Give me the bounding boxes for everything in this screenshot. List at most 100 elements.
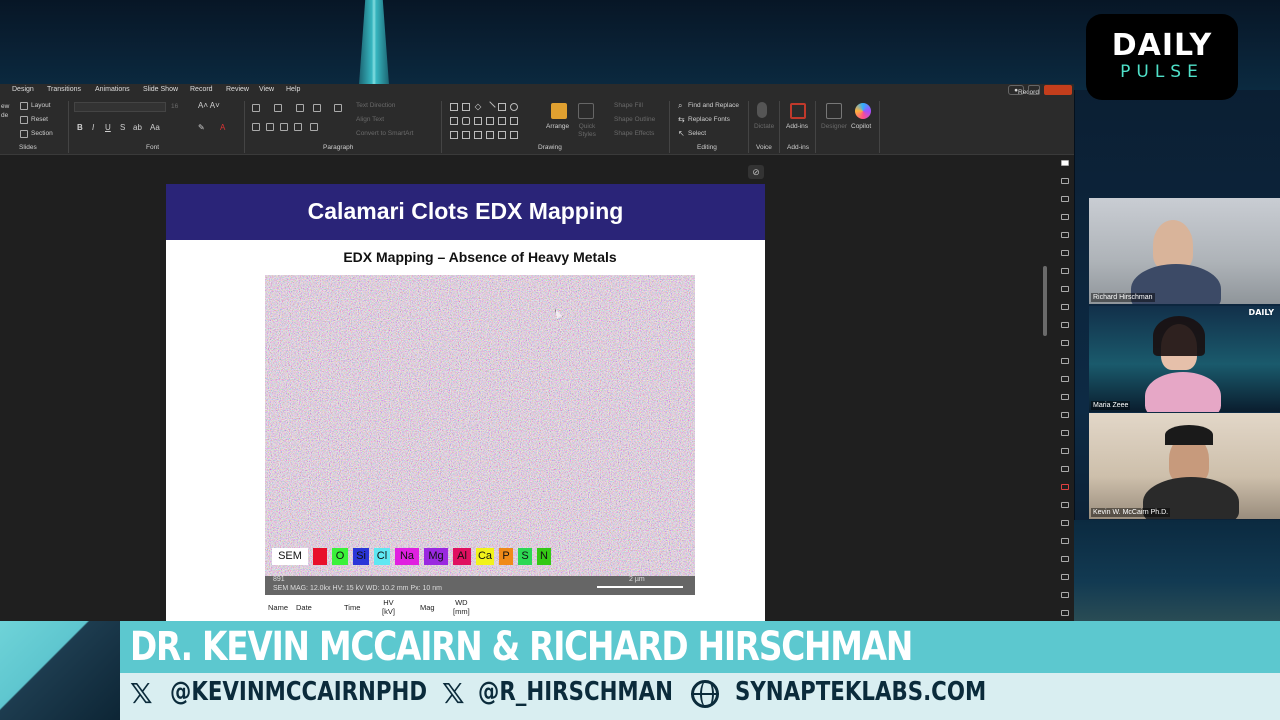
side-tool-icon[interactable] [1061,502,1069,508]
legend-swatch-p: P [499,548,513,565]
participant-video-1[interactable]: Richard Hirschman [1089,198,1280,304]
record-button[interactable]: ● Record [1008,85,1039,96]
camera-icon[interactable] [1028,85,1040,95]
side-tool-icon[interactable] [1061,340,1069,346]
side-tool-icon[interactable] [1061,376,1069,382]
legend-swatch-mg: Mg [424,548,448,565]
font-size-box[interactable]: 16 [171,103,178,110]
side-tool-icon[interactable] [1061,520,1069,526]
underline-button[interactable]: U [105,123,111,132]
daily-pulse-logo: DAILY PULSE [1086,14,1238,100]
side-tool-icon[interactable] [1061,160,1069,166]
legend-swatch-unlabeled [313,548,327,565]
mini-logo: DAILY [1248,308,1274,317]
side-toolbar [1056,156,1074,624]
side-tool-icon[interactable] [1061,556,1069,562]
align-right-icon[interactable] [280,123,288,131]
side-tool-icon[interactable] [1061,466,1069,472]
section-icon [20,130,28,138]
legend-swatch-na: Na [395,548,419,565]
quick-styles-button[interactable]: Quick Styles [575,123,599,139]
menu-transitions[interactable]: Transitions [47,86,81,93]
char-spacing-icon[interactable]: ab [133,123,142,132]
italic-button[interactable]: I [92,123,94,132]
align-center-icon[interactable] [266,123,274,131]
change-case-icon[interactable]: Aa [150,123,160,132]
line-spacing-icon[interactable] [334,104,342,112]
reset-button[interactable]: Reset [31,116,48,123]
slide[interactable]: Calamari Clots EDX Mapping EDX Mapping –… [166,184,765,624]
layout-button[interactable]: Layout [31,102,51,109]
new-slide-label[interactable]: ew de [1,102,9,120]
separator [68,101,69,153]
section-button[interactable]: Section [31,130,53,137]
side-tool-icon[interactable] [1061,592,1069,598]
share-button[interactable] [1044,85,1072,95]
side-tool-icon[interactable] [1061,250,1069,256]
side-tool-icon[interactable] [1061,286,1069,292]
bullets-icon[interactable] [252,104,260,112]
menu-view[interactable]: View [259,86,274,93]
menu-record[interactable]: Record [190,86,213,93]
font-name-box[interactable] [74,102,166,112]
shape-fill-button[interactable]: Shape Fill [614,102,643,109]
side-tool-icon[interactable] [1061,574,1069,580]
designer-button[interactable]: Designer [821,123,847,130]
side-tool-icon[interactable] [1061,178,1069,184]
participant-video-3[interactable]: Kevin W. McCairn Ph.D. [1089,413,1280,519]
select-button[interactable]: Select [688,130,706,137]
menu-design[interactable]: Design [12,86,34,93]
text-direction-button[interactable]: Text Direction [356,102,395,109]
accessibility-icon[interactable]: ⊘ [748,165,764,179]
side-tool-icon[interactable] [1061,232,1069,238]
menu-slide-show[interactable]: Slide Show [143,86,178,93]
align-text-button[interactable]: Align Text [356,116,384,123]
side-tool-icon[interactable] [1061,268,1069,274]
copilot-button[interactable]: Copilot [851,123,871,130]
participant-video-2[interactable]: DAILY Maria Zeee [1089,306,1280,412]
columns-icon[interactable] [310,123,318,131]
shapes-gallery[interactable] [448,101,538,141]
side-tool-icon[interactable] [1061,412,1069,418]
decrease-indent-icon[interactable] [296,104,304,112]
font-color-icon[interactable]: A [220,123,225,132]
replace-fonts-button[interactable]: Replace Fonts [688,116,730,123]
vertical-scrollbar[interactable] [1040,156,1050,624]
side-tool-icon[interactable] [1061,448,1069,454]
addins-button[interactable]: Add-ins [786,123,808,130]
menu-help[interactable]: Help [286,86,300,93]
separator [244,101,245,153]
logo-line1: DAILY [1111,28,1213,63]
pointer-icon: ↖ [678,129,685,138]
side-tool-icon[interactable] [1061,322,1069,328]
find-replace-button[interactable]: Find and Replace [688,102,739,109]
strikethrough-button[interactable]: S [120,123,125,132]
reset-icon [20,116,28,124]
side-tool-icon[interactable] [1061,304,1069,310]
menu-animations[interactable]: Animations [95,86,130,93]
addins-group-label: Add-ins [787,144,810,151]
grow-font-icon[interactable]: A˄ A˅ [198,101,220,110]
side-tool-icon[interactable] [1061,538,1069,544]
convert-smartart-button[interactable]: Convert to SmartArt [356,130,413,137]
side-tool-icon[interactable] [1061,610,1069,616]
justify-icon[interactable] [294,123,302,131]
shape-outline-button[interactable]: Shape Outline [614,116,655,123]
numbering-icon[interactable] [274,104,282,112]
align-left-icon[interactable] [252,123,260,131]
lower-third-corner [0,621,120,720]
scrollbar-thumb[interactable] [1043,266,1047,336]
side-tool-icon[interactable] [1061,196,1069,202]
side-tool-icon[interactable] [1061,430,1069,436]
side-tool-icon[interactable] [1061,484,1069,490]
menu-review[interactable]: Review [226,86,249,93]
side-tool-icon[interactable] [1061,358,1069,364]
shape-effects-button[interactable]: Shape Effects [614,130,654,137]
dictate-button[interactable]: Dictate [754,123,774,130]
increase-indent-icon[interactable] [313,104,321,112]
bold-button[interactable]: B [77,123,83,132]
arrange-button[interactable]: Arrange [546,123,569,130]
highlight-icon[interactable]: ✎ [198,123,205,132]
side-tool-icon[interactable] [1061,214,1069,220]
side-tool-icon[interactable] [1061,394,1069,400]
